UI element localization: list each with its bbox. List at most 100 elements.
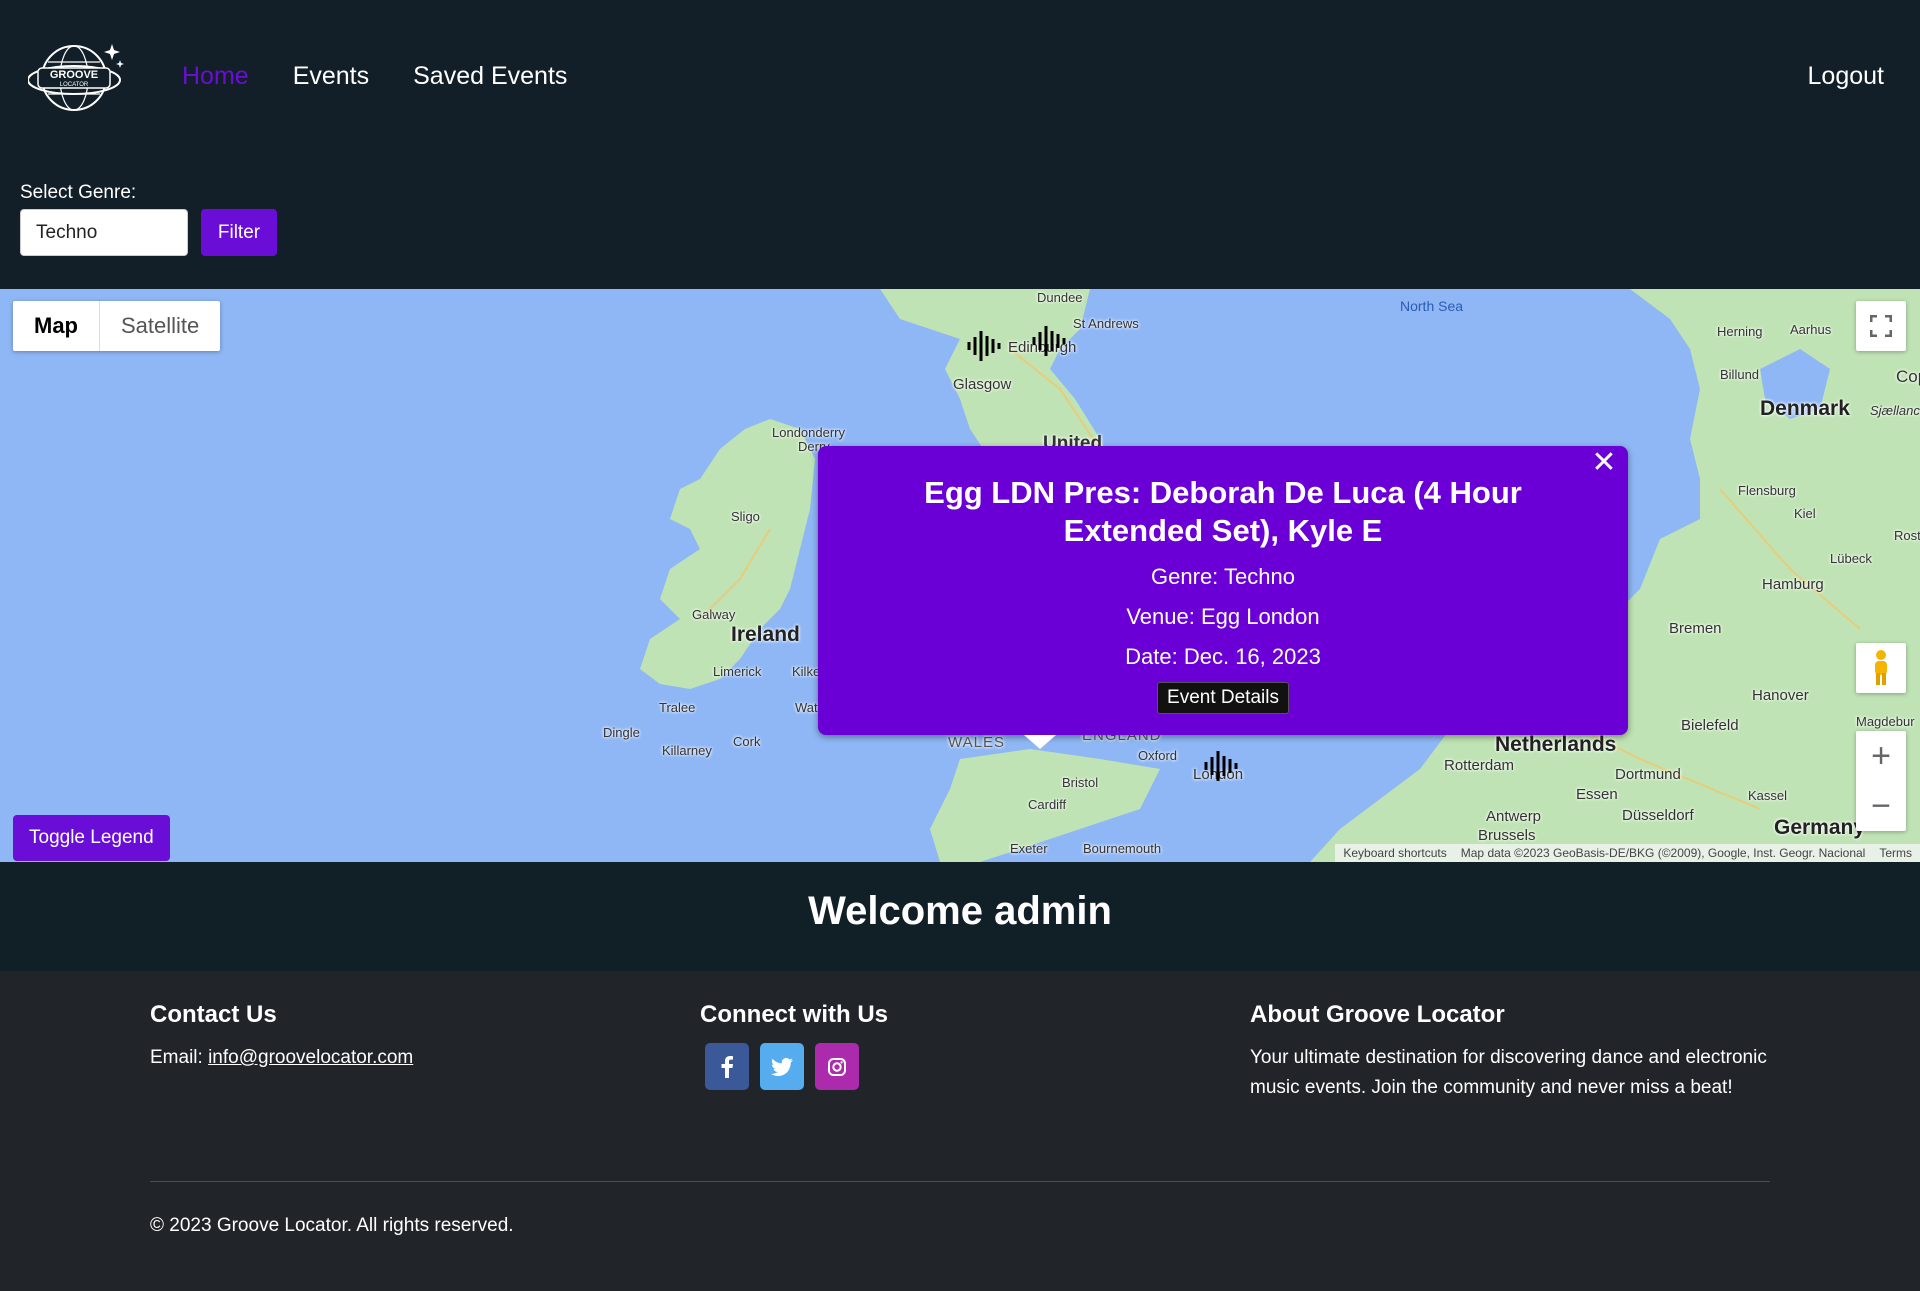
nav-home[interactable]: Home [182,62,249,91]
nav-events[interactable]: Events [293,62,369,91]
event-date: Date: Dec. 16, 2023 [1125,644,1321,669]
groove-locator-logo[interactable]: GROOVE LOCATOR [27,40,128,116]
label-billund: Billund [1720,367,1760,382]
email-prefix: Email: [150,1047,209,1068]
label-essen: Essen [1576,786,1618,803]
label-antwerp: Antwerp [1486,808,1542,825]
label-exeter: Exeter [1010,841,1048,856]
label-lubeck: Lübeck [1830,551,1872,566]
copyright-text: © 2023 Groove Locator. All rights reserv… [150,1215,514,1236]
zoom-in-button[interactable]: + [1856,731,1906,781]
map-type-control: Map Satellite [13,301,221,351]
label-north-sea: North Sea [1400,298,1464,314]
map-data-text: Map data ©2023 GeoBasis-DE/BKG (©2009), … [1460,846,1866,860]
event-marker-glasgow[interactable] [965,327,1005,365]
map-type-map-button[interactable]: Map [13,301,99,351]
fullscreen-button[interactable] [1856,301,1906,351]
toggle-legend-button[interactable]: Toggle Legend [13,815,170,861]
welcome-heading: Welcome admin [808,889,1112,933]
soundwave-icon [967,331,1001,361]
label-glasgow: Glasgow [953,376,1012,393]
label-bremen: Bremen [1669,620,1722,637]
label-bielefeld: Bielefeld [1681,717,1739,734]
instagram-icon[interactable] [815,1043,859,1090]
label-galway: Galway [692,607,736,622]
label-sligo: Sligo [731,509,760,524]
event-genre: Genre: Techno [1151,564,1295,589]
label-magdeburg: Magdebur [1856,714,1915,729]
footer-divider [150,1181,1770,1182]
label-killarney: Killarney [662,743,712,758]
event-details-button[interactable]: Event Details [1157,682,1289,714]
label-hanover: Hanover [1752,687,1809,704]
label-rotterdam: Rotterdam [1444,757,1515,774]
fullscreen-icon [1870,315,1892,337]
terms-link[interactable]: Terms [1879,846,1912,860]
keyboard-shortcuts-link[interactable]: Keyboard shortcuts [1343,846,1446,860]
label-rostock: Rost [1894,528,1920,543]
site-header: GROOVE LOCATOR Home Events Saved Events … [0,0,1920,155]
footer-about: About Groove Locator Your ultimate desti… [1250,1001,1770,1103]
social-links [705,1043,888,1090]
label-ireland: Ireland [731,623,800,646]
label-denmark: Denmark [1760,397,1850,420]
event-title: Egg LDN Pres: Deborah De Luca (4 Hour Ex… [924,475,1522,548]
event-marker-edinburgh[interactable] [1030,322,1070,360]
map-type-satellite-button[interactable]: Satellite [99,301,220,351]
label-flensburg: Flensburg [1738,483,1796,498]
label-st-andrews: St Andrews [1073,316,1139,331]
label-kiel: Kiel [1794,506,1816,521]
genre-filter-section: Select Genre: Techno Filter [0,155,1920,289]
soundwave-icon [1204,751,1238,781]
label-dundee: Dundee [1037,290,1083,305]
label-dusseldorf: Düsseldorf [1622,807,1694,824]
footer-contact: Contact Us Email: info@groovelocator.com [150,1001,413,1073]
label-limerick: Limerick [713,664,762,679]
logout-link[interactable]: Logout [1808,62,1884,91]
logo-text-top: GROOVE [50,69,98,81]
about-heading: About Groove Locator [1250,1001,1505,1028]
info-window-pointer [1024,735,1056,749]
label-londonderry: Londonderry [772,425,845,440]
label-dingle: Dingle [603,725,640,740]
filter-button[interactable]: Filter [201,209,277,256]
street-view-pegman[interactable] [1856,643,1906,693]
label-hamburg: Hamburg [1762,576,1824,593]
map-attribution: Keyboard shortcuts Map data ©2023 GeoBas… [1335,844,1920,862]
contact-heading: Contact Us [150,1001,277,1028]
label-netherlands: Netherlands [1495,733,1617,756]
label-herning: Herning [1717,324,1763,339]
event-info-window: ✕ Egg LDN Pres: Deborah De Luca (4 Hour … [818,446,1628,749]
zoom-out-button[interactable]: − [1856,781,1906,831]
welcome-section: Welcome admin [0,862,1920,971]
label-bristol: Bristol [1062,775,1099,790]
close-icon[interactable]: ✕ [1590,448,1618,478]
event-venue: Venue: Egg London [1126,604,1320,629]
event-marker-london[interactable] [1202,747,1242,785]
genre-select[interactable]: Techno [20,209,188,256]
label-cork: Cork [733,734,761,749]
label-kilkenny: Kilke [792,664,821,679]
logo-text-bottom: LOCATOR [60,82,89,88]
genre-label: Select Genre: [20,182,137,203]
label-brussels: Brussels [1478,827,1536,844]
email-link[interactable]: info@groovelocator.com [208,1047,413,1068]
facebook-icon[interactable] [705,1043,749,1090]
label-aarhus: Aarhus [1790,322,1832,337]
footer-connect: Connect with Us [700,1001,888,1090]
label-dortmund: Dortmund [1615,766,1681,783]
site-footer: Contact Us Email: info@groovelocator.com… [0,971,1920,1291]
label-oxford: Oxford [1138,748,1178,763]
zoom-control: + − [1856,731,1906,831]
label-tralee: Tralee [659,700,696,715]
label-germany: Germany [1774,816,1866,839]
main-nav: Home Events Saved Events [182,62,567,91]
label-sjaelland: Sjællanc [1870,403,1920,418]
label-kassel: Kassel [1748,788,1788,803]
soundwave-icon [1032,326,1066,356]
twitter-icon[interactable] [760,1043,804,1090]
label-bournemouth: Bournemouth [1083,841,1162,856]
contact-email-line: Email: info@groovelocator.com [150,1043,413,1073]
nav-saved-events[interactable]: Saved Events [413,62,567,91]
pegman-icon [1875,650,1887,685]
